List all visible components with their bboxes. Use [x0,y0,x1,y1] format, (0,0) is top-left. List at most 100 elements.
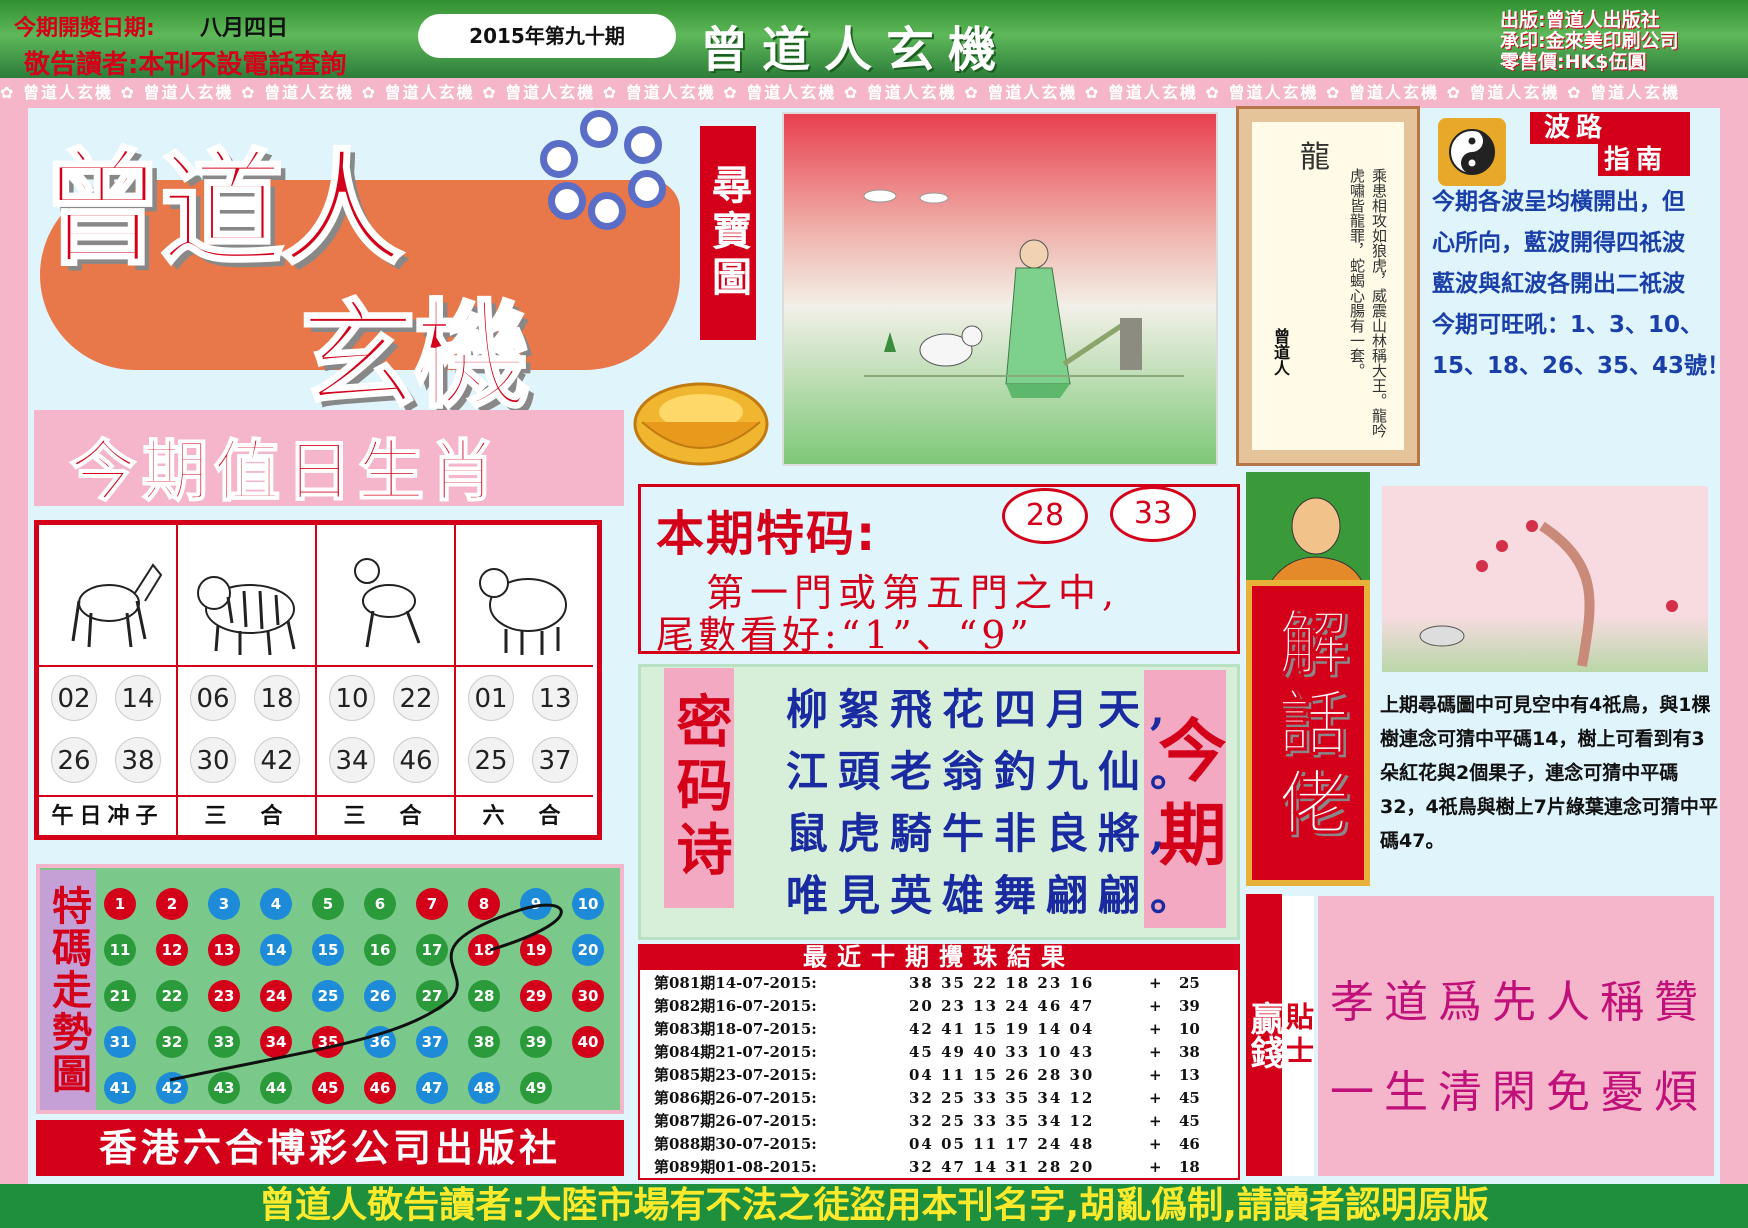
result-numbers: 04 05 11 17 24 48 [909,1135,1095,1153]
zodiac-number: 38 [115,737,161,783]
zodiac-divider [456,665,593,667]
result-numbers: 38 35 22 18 23 16 [909,974,1095,992]
result-row: 第081期14-07-2015: 38 35 22 18 23 16 +25 [654,972,1234,995]
zodiac-number: 34 [329,737,375,783]
zodiac-number: 14 [115,675,161,721]
wave-line: 心所向，藍波開得四祇波 [1432,230,1685,256]
zodiac-divider [317,665,454,667]
zodiac-title: 今期值日生肖 [69,432,502,511]
trend-curve [169,903,563,1082]
zodiac-number: 46 [393,737,439,783]
wave-guide-text: 今期各波呈均橫開出，但 心所向，藍波開得四祇波 藍波與紅波各開出二祇波 今期可旺… [1432,182,1732,387]
zodiac-number: 26 [51,737,97,783]
result-special: 10 [1179,1020,1200,1038]
special-code-1: 28 [1002,488,1088,544]
zodiac-table: 02 14 26 38 午日冲子 06 18 30 42 三 合 10 22 34 46 三 合 01 13 25… [34,520,602,840]
result-issue: 第081期14-07-2015: [654,974,817,992]
wave-line: 今期各波呈均橫開出，但 [1432,189,1685,215]
sheep-icon [466,531,584,671]
result-row: 第085期23-07-2015: 04 11 15 26 28 30 +13 [654,1064,1234,1087]
plus-sign: + [1149,997,1162,1015]
plus-sign: + [1149,1020,1162,1038]
wave-line: 今期可旺吼：1、3、10、 [1432,312,1704,338]
special-code-2: 33 [1110,486,1196,542]
plus-sign: + [1149,1135,1162,1153]
zodiac-number: 10 [329,675,375,721]
zodiac-column-dog: 10 22 34 46 三 合 [317,525,456,835]
result-numbers: 32 25 33 35 34 12 [909,1089,1095,1107]
masthead-title: 曾道人玄機 [700,22,1011,78]
result-issue: 第084期21-07-2015: [654,1043,817,1061]
old-man-figure [1005,239,1071,398]
special-hint-line2: 尾數看好:“1”、“9” [656,613,1033,657]
wave-line: 15、18、26、35、43號！ [1432,353,1731,379]
zodiac-number: 37 [532,737,578,783]
tip-box [1318,896,1714,1176]
zodiac-column-horse: 02 14 26 38 午日冲子 [39,525,178,835]
plus-sign: + [1149,1089,1162,1107]
gold-ingot-icon [633,382,769,466]
zodiac-divider [178,665,315,667]
logo-sub-text: 玄機 [299,288,532,426]
zodiac-number: 42 [254,737,300,783]
left-border [0,108,28,1188]
footer-warning: 曾道人敬告讀者:大陸市場有不法之徒盜用本刊名字,胡亂僞制,請讀者認明原版 [0,1184,1748,1228]
plus-sign: + [1149,1158,1162,1176]
result-special: 25 [1179,974,1200,992]
zodiac-number: 02 [51,675,97,721]
tip-line: 一生清閑免憂煩 [1330,1067,1708,1118]
result-numbers: 32 25 33 35 34 12 [909,1112,1095,1130]
result-issue: 第089期01-08-2015: [654,1158,817,1176]
publisher-bar: 香港六合博彩公司出版社 [36,1120,624,1176]
result-numbers: 42 41 15 19 14 04 [909,1020,1095,1038]
zodiac-column-tiger: 06 18 30 42 三 合 [178,525,317,835]
result-row: 第087期26-07-2015: 32 25 33 35 34 12 +45 [654,1110,1234,1133]
cipher-poem-line: 唯見英雄舞翩翩。 [786,871,1203,920]
result-issue: 第083期18-07-2015: [654,1020,817,1038]
result-special: 39 [1179,997,1200,1015]
zodiac-number: 06 [190,675,236,721]
zodiac-number: 18 [254,675,300,721]
poem-scroll-text: 乘患相攻如狼虎，威震山林稱大王。龍吟虎嘯皆龍罪，蛇蝎心腸有一套。 [1348,168,1388,438]
plus-sign: + [1149,974,1162,992]
zodiac-number: 13 [532,675,578,721]
cipher-poem-label: 密码诗 [664,668,734,908]
zodiac-number: 22 [393,675,439,721]
result-special: 13 [1179,1066,1200,1084]
notice-text: 敬告讀者:本刊不設電話查詢 [24,50,347,80]
publisher-info: 出版:曾道人出版社 承印:金來美印刷公司 零售價:HK$伍圓 [1500,10,1740,73]
zodiac-column-sheep: 01 13 25 37 六 合 [456,525,595,835]
publisher-line: 出版:曾道人出版社 [1500,9,1660,31]
cipher-poem-line: 江頭老翁釣九仙。 [786,747,1203,796]
last-issue-picture [1382,486,1708,672]
special-code-title: 本期特码: [656,506,878,562]
logo-main-text: 曾道人 [38,137,405,284]
result-row: 第082期16-07-2015: 20 23 13 24 46 47 +39 [654,995,1234,1018]
treasure-map-label: 尋寶圖 [700,126,756,340]
pattern-strip: ✿ 曾道人玄機 ✿ 曾道人玄機 ✿ 曾道人玄機 ✿ 曾道人玄機 ✿ 曾道人玄機 … [0,78,1748,108]
zodiac-footer: 六 合 [456,795,593,835]
zodiac-footer: 午日冲子 [39,795,176,835]
plus-sign: + [1149,1043,1162,1061]
result-issue: 第086期26-07-2015: [654,1089,817,1107]
result-numbers: 20 23 13 24 46 47 [909,997,1095,1015]
taiji-icon [1438,118,1506,186]
explainer-text: 上期尋碼圖中可見空中有4祇鳥，與1棵樹連念可猜中平碼14，樹上可看到有3朵紅花與… [1380,694,1718,852]
result-special: 45 [1179,1089,1200,1107]
treasure-picture [782,112,1218,466]
result-issue: 第087期26-07-2015: [654,1112,817,1130]
number-ball: 11 [104,934,136,966]
zodiac-footer: 三 合 [178,795,315,835]
result-numbers: 32 47 14 31 28 20 [909,1158,1095,1176]
result-row: 第086期26-07-2015: 32 25 33 35 34 12 +45 [654,1087,1234,1110]
wave-guide-title: 波路 [1530,112,1690,144]
result-row: 第088期30-07-2015: 04 05 11 17 24 48 +46 [654,1133,1234,1156]
tip-label-win: 贏錢 [1244,894,1284,1176]
result-special: 45 [1179,1112,1200,1130]
draw-date-label: 今期開獎日期: [14,16,155,41]
printer-line: 承印:金來美印刷公司 [1500,30,1679,52]
result-numbers: 45 49 40 33 10 43 [909,1043,1095,1061]
result-issue: 第082期16-07-2015: [654,997,817,1015]
price-line: 零售價:HK$伍圓 [1500,51,1647,73]
number-ball: 21 [104,980,136,1012]
